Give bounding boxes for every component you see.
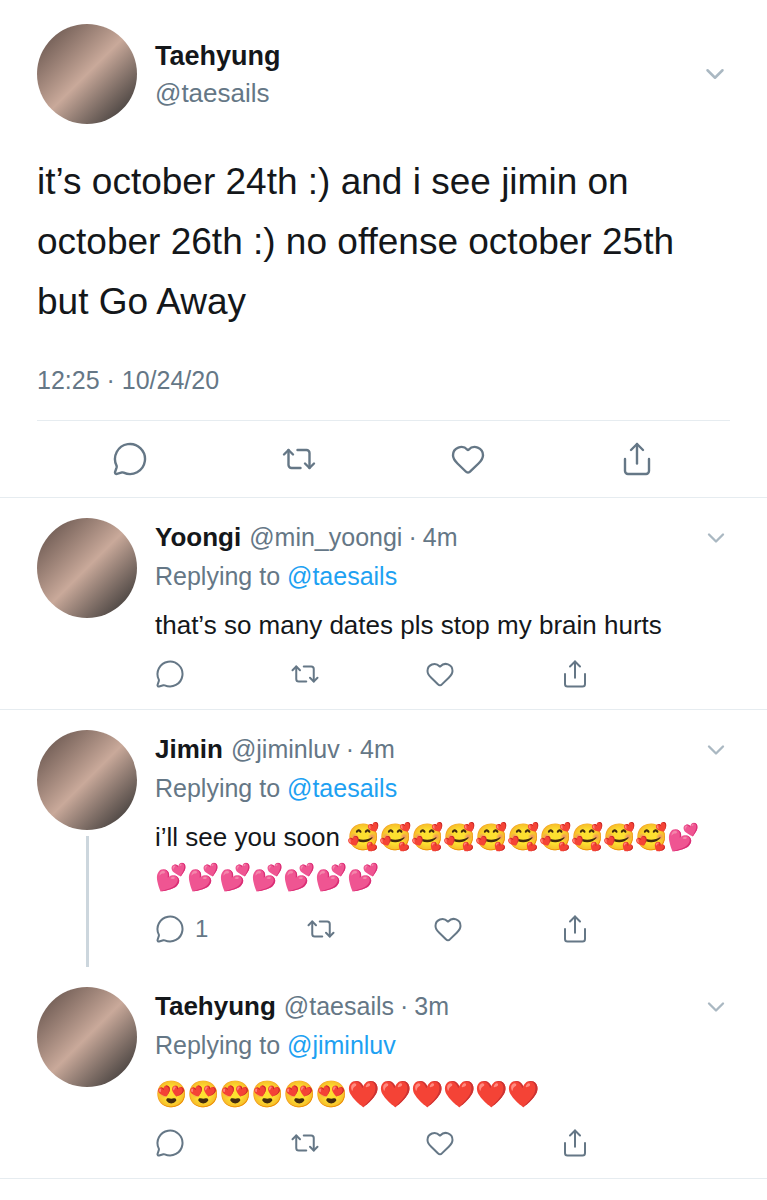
reply-icon: [155, 659, 185, 689]
share-icon: [560, 914, 590, 944]
chevron-icon[interactable]: [700, 59, 730, 89]
replying-label: Replying to: [155, 1031, 287, 1059]
action-bar: [155, 659, 730, 689]
retweet-icon: [290, 1128, 320, 1158]
retweet-button[interactable]: [306, 914, 336, 944]
reply-icon: [155, 914, 185, 944]
like-button[interactable]: [425, 1128, 455, 1158]
replying-handle[interactable]: @taesails: [287, 562, 397, 590]
heart-icon: [425, 659, 455, 689]
retweet-button[interactable]: [290, 1128, 320, 1158]
replying-handle[interactable]: @taesails: [287, 774, 397, 802]
action-bar: 1: [155, 911, 730, 947]
reply-time: 3m: [414, 988, 449, 1026]
reply-avatar[interactable]: [37, 987, 137, 1087]
share-button[interactable]: [560, 659, 590, 689]
reply-name[interactable]: Taehyung: [155, 987, 276, 1026]
avatar-column: [37, 987, 137, 1178]
reply-text: that’s so many dates pls stop my brain h…: [155, 605, 730, 645]
reply-button[interactable]: [155, 1128, 185, 1158]
retweet-icon: [290, 659, 320, 689]
action-bar: [155, 1128, 730, 1158]
reply-header: Taehyung@taesails·3m: [155, 987, 730, 1026]
replying-to: Replying to @jiminluv: [155, 1026, 730, 1064]
replying-label: Replying to: [155, 562, 287, 590]
heart-icon: [433, 914, 463, 944]
tweet-avatar[interactable]: [37, 24, 137, 124]
share-icon: [560, 1128, 590, 1158]
replying-to: Replying to @taesails: [155, 769, 730, 807]
retweet-button[interactable]: [281, 441, 317, 477]
main-tweet: Taehyung@taesails it’s october 24th :) an…: [0, 0, 767, 498]
tweet-header: Taehyung@taesails: [37, 24, 730, 124]
reply-time: 4m: [423, 519, 458, 557]
separator: ·: [346, 731, 354, 769]
author[interactable]: Taehyung@taesails: [155, 37, 281, 111]
reply-button[interactable]: [155, 659, 185, 689]
share-button[interactable]: [560, 1128, 590, 1158]
share-icon: [560, 659, 590, 689]
separator: ·: [400, 988, 408, 1026]
reply-header: Jimin@jiminluv·4m: [155, 730, 730, 769]
page: Taehyung@taesailsit’s october 24th :) an…: [0, 0, 767, 1200]
reply-time: 4m: [360, 731, 395, 769]
separator: ·: [408, 519, 416, 557]
reply-avatar[interactable]: [37, 518, 137, 618]
reply-handle[interactable]: @min_yoongi: [249, 519, 402, 557]
retweet-button[interactable]: [290, 659, 320, 689]
retweet-icon: [281, 441, 317, 477]
share-button[interactable]: [560, 914, 590, 944]
heart-icon: [450, 441, 486, 477]
author-name[interactable]: Taehyung: [155, 37, 281, 75]
reply-name[interactable]: Jimin: [155, 730, 223, 769]
avatar-column: [37, 730, 137, 967]
heart-icon: [425, 1128, 455, 1158]
like-button[interactable]: [433, 914, 463, 944]
author-handle[interactable]: @taesails: [155, 75, 281, 111]
avatar-column: [37, 518, 137, 709]
like-button[interactable]: [425, 659, 455, 689]
reply-icon: [112, 441, 148, 477]
reply-text: 😍😍😍😍😍😍❤️❤️❤️❤️❤️❤️: [155, 1074, 730, 1114]
reply-header: Yoongi@min_yoongi·4m: [155, 518, 730, 557]
action-bar: [37, 441, 730, 477]
reply-button[interactable]: [112, 441, 148, 477]
reply-button[interactable]: 1: [155, 911, 208, 947]
reply-handle[interactable]: @taesails: [284, 988, 394, 1026]
chevron-icon[interactable]: [702, 736, 730, 764]
reply-count: 1: [195, 911, 208, 947]
reply-avatar[interactable]: [37, 730, 137, 830]
share-icon: [619, 441, 655, 477]
tweet-text: it’s october 24th :) and i see jimin on …: [37, 152, 730, 332]
share-button[interactable]: [619, 441, 655, 477]
reply[interactable]: Jimin@jiminluv·4mReplying to @taesailsi’…: [0, 710, 767, 967]
reply-content: Jimin@jiminluv·4mReplying to @taesailsi’…: [155, 730, 730, 967]
chevron-icon[interactable]: [702, 524, 730, 552]
thread-line: [86, 836, 89, 967]
like-button[interactable]: [450, 441, 486, 477]
reply-text: i’ll see you soon 🥰🥰🥰🥰🥰🥰🥰🥰🥰🥰💕💕💕💕💕💕💕💕: [155, 817, 730, 897]
replying-handle[interactable]: @jiminluv: [287, 1031, 396, 1059]
replying-label: Replying to: [155, 774, 287, 802]
reply-name[interactable]: Yoongi: [155, 518, 241, 557]
chevron-icon[interactable]: [702, 993, 730, 1021]
tweet-timestamp[interactable]: 12:25 · 10/24/20: [37, 362, 730, 421]
reply-icon: [155, 1128, 185, 1158]
reply[interactable]: Taehyung@taesails·3mReplying to @jiminlu…: [0, 967, 767, 1179]
retweet-icon: [306, 914, 336, 944]
reply-handle[interactable]: @jiminluv: [231, 731, 340, 769]
reply-content: Taehyung@taesails·3mReplying to @jiminlu…: [155, 987, 730, 1178]
replying-to: Replying to @taesails: [155, 557, 730, 595]
reply-content: Yoongi@min_yoongi·4mReplying to @taesail…: [155, 518, 730, 709]
reply[interactable]: Yoongi@min_yoongi·4mReplying to @taesail…: [0, 498, 767, 710]
